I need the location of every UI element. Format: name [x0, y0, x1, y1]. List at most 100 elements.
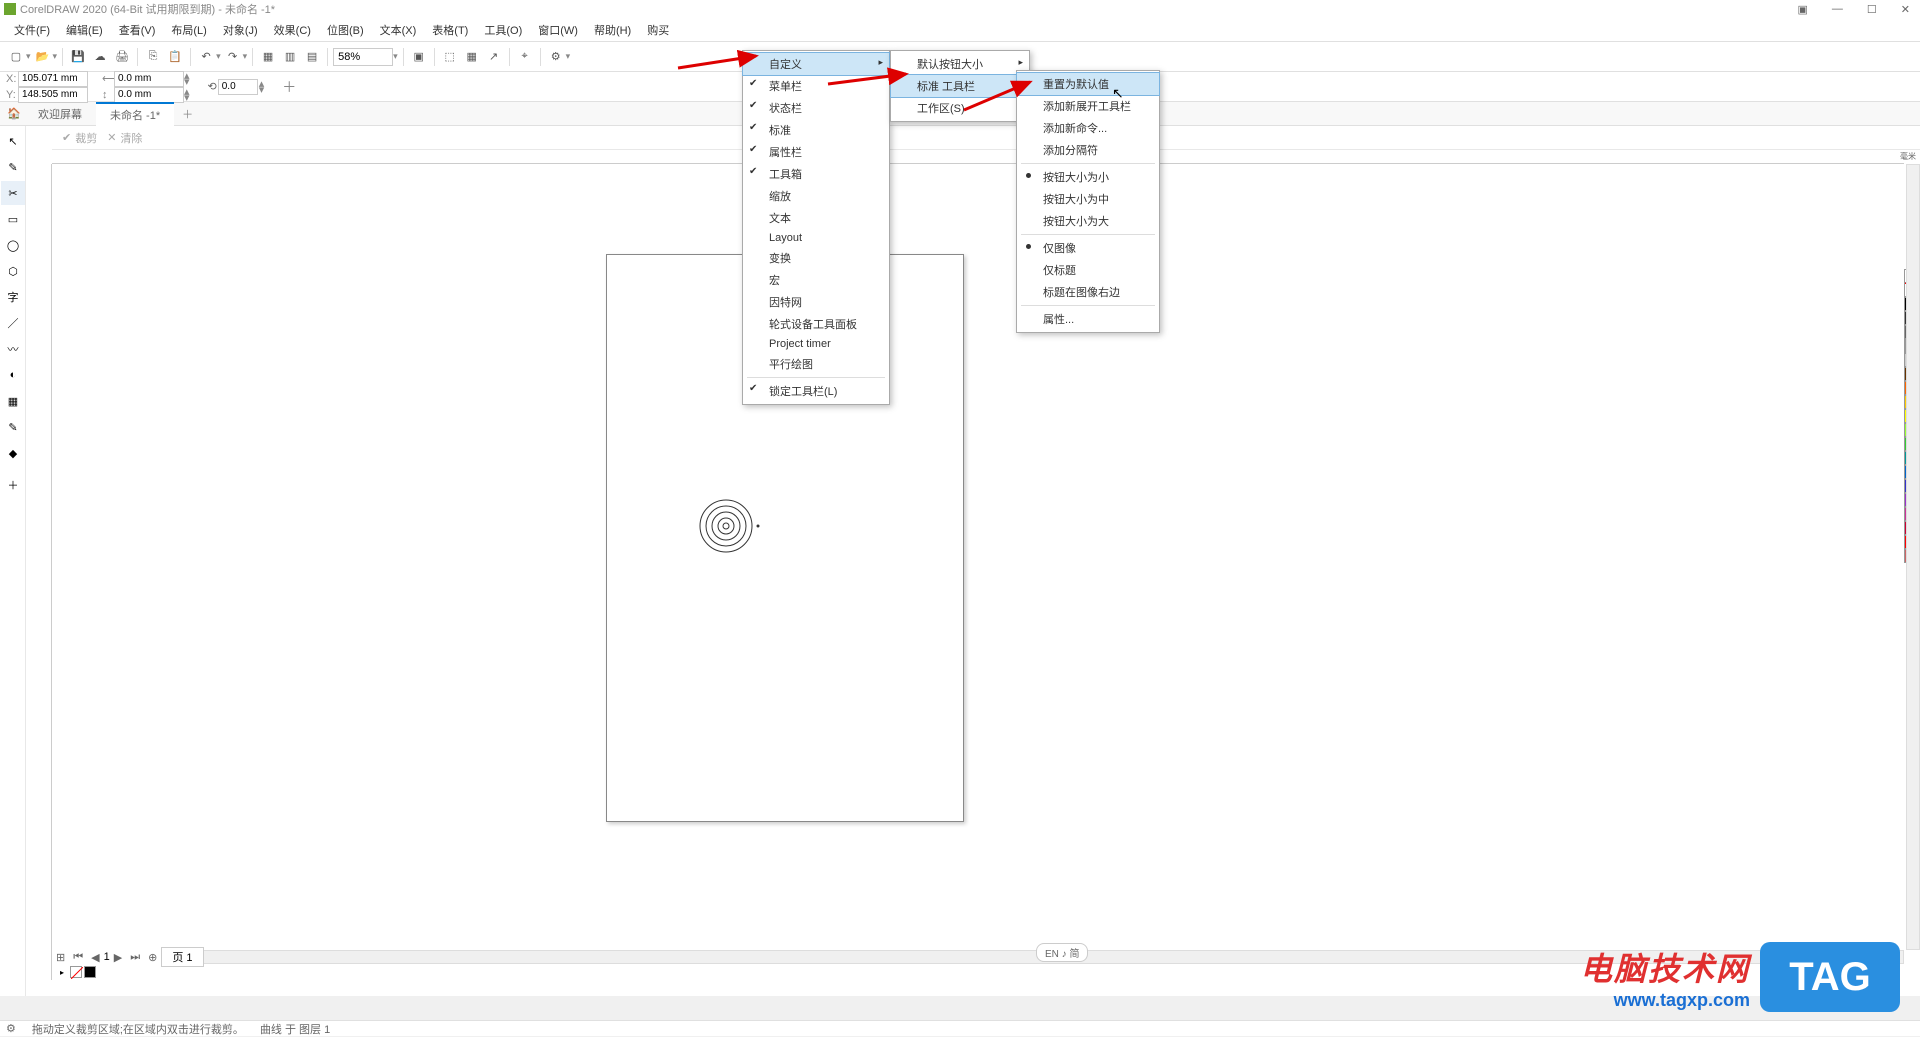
- crop-tool[interactable]: ✂: [1, 181, 25, 205]
- ctx-item[interactable]: Project timer: [743, 335, 889, 353]
- new-button[interactable]: ▢: [6, 47, 26, 67]
- page-prev[interactable]: ◀: [87, 951, 103, 964]
- minimize-button[interactable]: —: [1826, 3, 1849, 16]
- close-button[interactable]: ✕: [1895, 3, 1916, 16]
- paste-button[interactable]: 📋: [165, 47, 185, 67]
- text-tool[interactable]: 字: [1, 285, 25, 309]
- export-button[interactable]: ▦: [462, 47, 482, 67]
- zoom-input[interactable]: [333, 48, 393, 66]
- save-button[interactable]: 💾: [68, 47, 88, 67]
- colorbar-menu[interactable]: ▸: [56, 968, 68, 977]
- language-indicator[interactable]: EN ♪ 简: [1036, 943, 1088, 962]
- ctx-item[interactable]: 变换: [743, 247, 889, 269]
- page-add[interactable]: ⊕: [144, 951, 161, 964]
- x-input[interactable]: [18, 71, 88, 87]
- ruler-vertical[interactable]: [38, 164, 52, 980]
- ctx-item[interactable]: 添加新展开工具栏: [1017, 95, 1159, 117]
- menu-item[interactable]: 编辑(E): [58, 20, 111, 40]
- tab-document[interactable]: 未命名 -1*: [96, 102, 174, 126]
- ctx-item[interactable]: 按钮大小为大: [1017, 210, 1159, 232]
- menu-item[interactable]: 帮助(H): [586, 20, 639, 40]
- ctx-item[interactable]: 自定义▸: [742, 52, 890, 76]
- maximize-button[interactable]: ☐: [1861, 3, 1883, 16]
- ctx-item[interactable]: 重置为默认值: [1016, 72, 1160, 96]
- undo-button[interactable]: ↶: [196, 47, 216, 67]
- page-first[interactable]: ⊞: [52, 951, 69, 964]
- ellipse-tool[interactable]: ◯: [1, 233, 25, 257]
- w-input[interactable]: [114, 71, 184, 87]
- crop-apply-button[interactable]: ✔裁剪: [62, 130, 97, 146]
- freehand-tool[interactable]: ／: [1, 311, 25, 335]
- tab-welcome[interactable]: 欢迎屏幕: [24, 103, 96, 125]
- page-tab[interactable]: 页 1: [161, 947, 203, 967]
- print-button[interactable]: 🖨: [112, 47, 132, 67]
- ctx-item[interactable]: 标题在图像右边: [1017, 281, 1159, 303]
- options-button[interactable]: ⚙: [546, 47, 566, 67]
- spiral-object[interactable]: [696, 496, 766, 566]
- ctx-item[interactable]: 平行绘图: [743, 353, 889, 375]
- menu-item[interactable]: 购买: [639, 20, 677, 40]
- ctx-item[interactable]: ✔锁定工具栏(L): [743, 380, 889, 402]
- menu-item[interactable]: 布局(L): [163, 20, 214, 40]
- vscrollbar[interactable]: [1906, 164, 1920, 950]
- ctx-item[interactable]: 属性...: [1017, 308, 1159, 330]
- rectangle-tool[interactable]: ▭: [1, 207, 25, 231]
- ctx-item[interactable]: 宏: [743, 269, 889, 291]
- ctx-item[interactable]: 添加新命令...: [1017, 117, 1159, 139]
- shadow-tool[interactable]: ◐: [1, 363, 25, 387]
- ctx-item[interactable]: ✔工具箱: [743, 163, 889, 185]
- ctx-item[interactable]: ✔状态栏: [743, 97, 889, 119]
- grid-button[interactable]: ▥: [280, 47, 300, 67]
- menu-item[interactable]: 效果(C): [266, 20, 319, 40]
- menu-item[interactable]: 文件(F): [6, 20, 58, 40]
- hscrollbar[interactable]: ◀▶: [52, 950, 1904, 964]
- open-button[interactable]: 📂: [33, 47, 53, 67]
- launch-button[interactable]: ↗: [484, 47, 504, 67]
- quick-customize[interactable]: ＋: [1, 473, 25, 497]
- ctx-item[interactable]: 添加分隔符: [1017, 139, 1159, 161]
- copy-button[interactable]: ⎘: [143, 47, 163, 67]
- menu-item[interactable]: 工具(O): [476, 20, 530, 40]
- ctx-item[interactable]: 默认按钮大小▸: [891, 53, 1029, 75]
- snap-opts-button[interactable]: ⌖: [515, 47, 535, 67]
- y-input[interactable]: [18, 87, 88, 103]
- menu-item[interactable]: 对象(J): [215, 20, 266, 40]
- pick-tool[interactable]: ↖: [1, 129, 25, 153]
- snap-button[interactable]: ▦: [258, 47, 278, 67]
- artistic-tool[interactable]: 〰: [1, 337, 25, 361]
- fill-tool[interactable]: ◆: [1, 441, 25, 465]
- add-node-icon[interactable]: ＋: [282, 77, 296, 97]
- gear-icon[interactable]: ⚙: [6, 1022, 16, 1035]
- guides-button[interactable]: ▤: [302, 47, 322, 67]
- ctx-item[interactable]: ✔属性栏: [743, 141, 889, 163]
- menu-item[interactable]: 窗口(W): [530, 20, 586, 40]
- crop-clear-button[interactable]: ✕清除: [107, 130, 142, 146]
- menu-item[interactable]: 表格(T): [424, 20, 476, 40]
- fullscreen-button[interactable]: ▣: [409, 47, 429, 67]
- ctx-item[interactable]: ✔标准: [743, 119, 889, 141]
- eyedropper-tool[interactable]: ✎: [1, 415, 25, 439]
- page-next2[interactable]: ⏭: [126, 951, 144, 964]
- home-tab[interactable]: 🏠: [4, 104, 24, 124]
- redo-button[interactable]: ↷: [223, 47, 243, 67]
- ctx-item[interactable]: 因特网: [743, 291, 889, 313]
- menu-item[interactable]: 查看(V): [111, 20, 164, 40]
- h-input[interactable]: [114, 87, 184, 103]
- ctx-item[interactable]: 缩放: [743, 185, 889, 207]
- ctx-item[interactable]: 标准 工具栏▸: [890, 74, 1030, 98]
- ctx-item[interactable]: 仅标题: [1017, 259, 1159, 281]
- page-next[interactable]: ▶: [110, 951, 126, 964]
- ctx-item[interactable]: 工作区(S)▸: [891, 97, 1029, 119]
- rotation-input[interactable]: [218, 79, 258, 95]
- ctx-item[interactable]: Layout: [743, 229, 889, 247]
- menu-item[interactable]: 文本(X): [372, 20, 425, 40]
- transparency-tool[interactable]: ▦: [1, 389, 25, 413]
- ctx-item[interactable]: 文本: [743, 207, 889, 229]
- ctx-item[interactable]: 轮式设备工具面板: [743, 313, 889, 335]
- cloud-button[interactable]: ☁: [90, 47, 110, 67]
- ruler-horizontal[interactable]: [52, 150, 1904, 164]
- canvas-area[interactable]: ✔裁剪 ✕清除 毫米 ▴ ▾… ⊞ ⏮ ◀ 1 ▶ ⏭: [26, 126, 1920, 996]
- tab-add[interactable]: ＋: [174, 103, 201, 125]
- publish-button[interactable]: ⬚: [440, 47, 460, 67]
- menu-item[interactable]: 位图(B): [319, 20, 372, 40]
